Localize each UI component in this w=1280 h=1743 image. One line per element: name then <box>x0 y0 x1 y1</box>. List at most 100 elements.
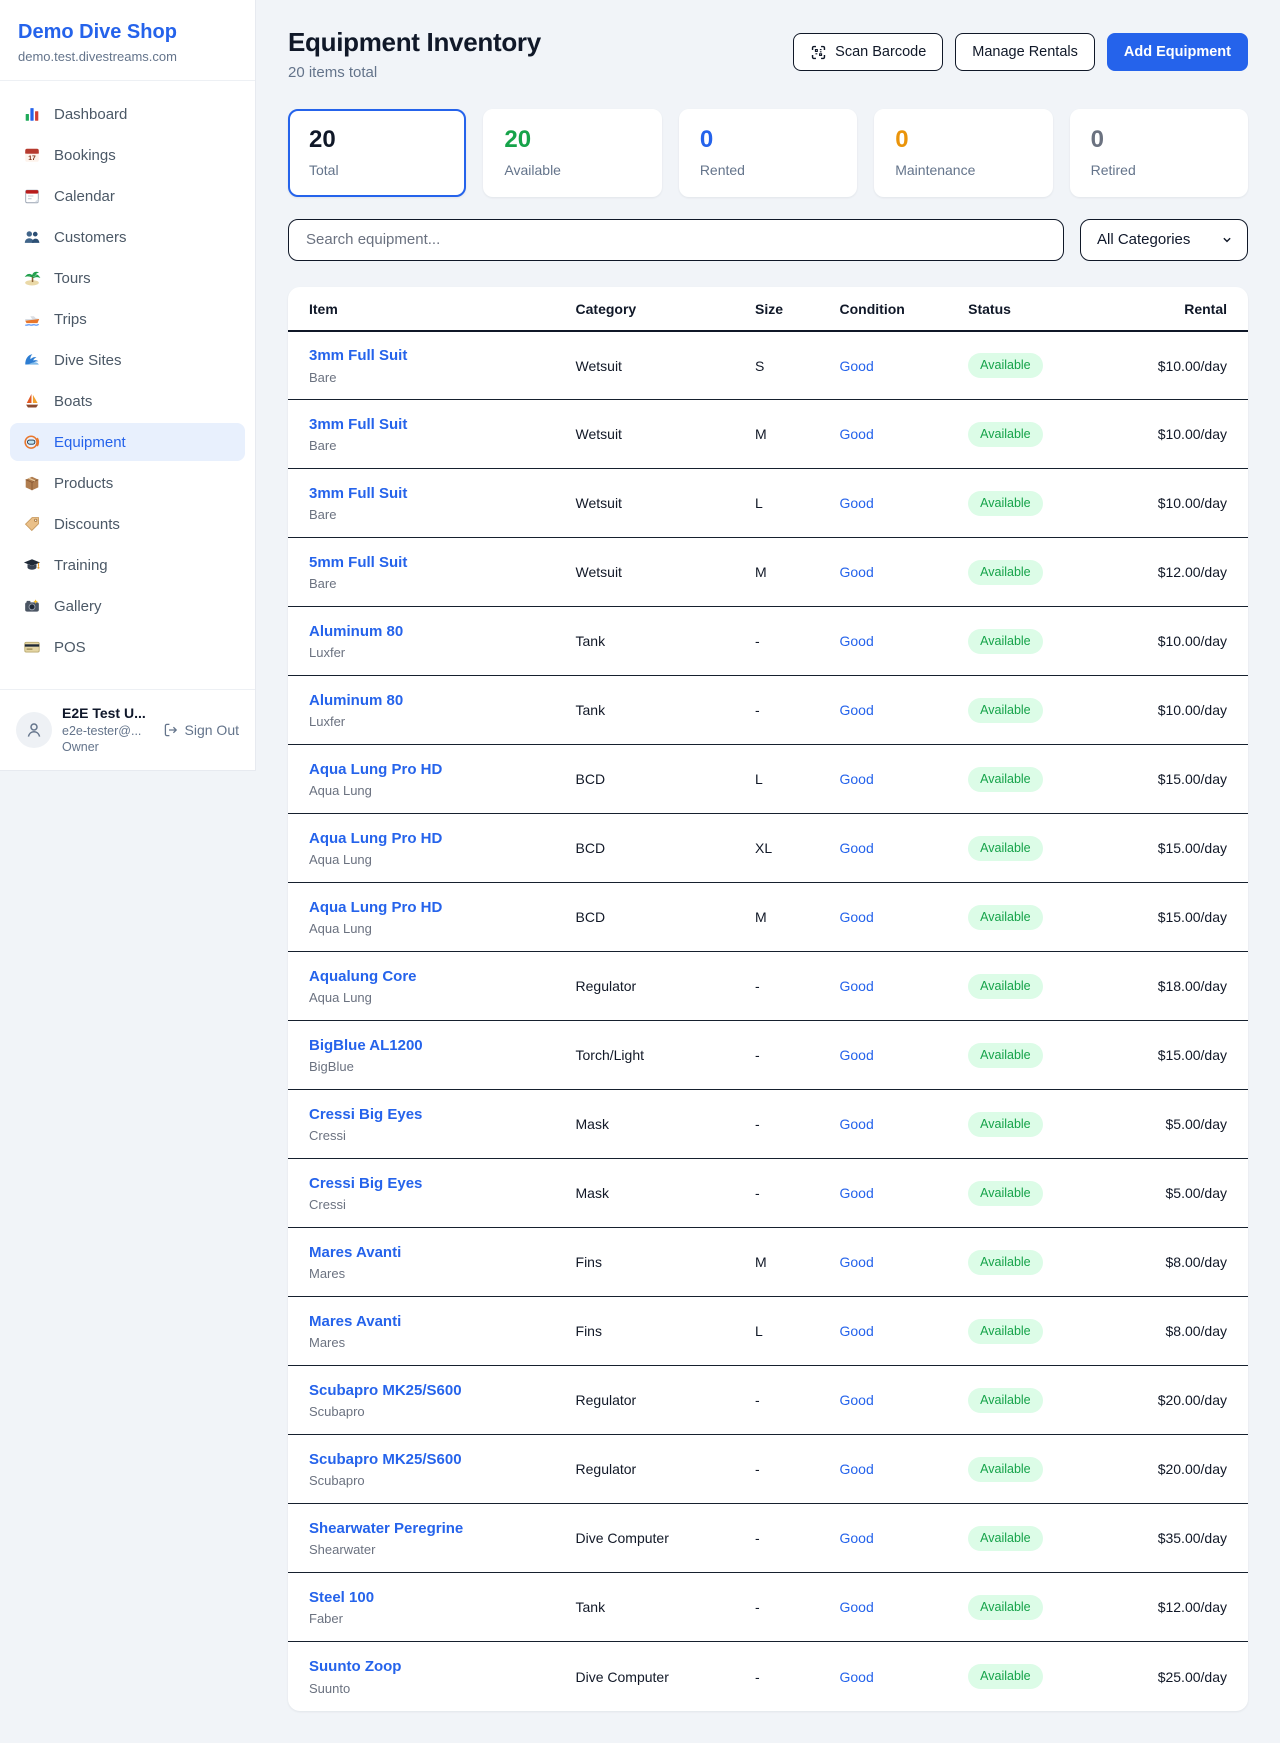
user-section: E2E Test U... e2e-tester@... Owner Sign … <box>0 689 255 770</box>
item-name-link[interactable]: 5mm Full Suit <box>309 554 407 573</box>
item-name-link[interactable]: Suunto Zoop <box>309 1658 401 1677</box>
item-category: Tank <box>564 1573 744 1642</box>
sign-out-label: Sign Out <box>185 722 239 738</box>
condition-link[interactable]: Good <box>840 1530 874 1546</box>
brand-title[interactable]: Demo Dive Shop <box>18 20 237 44</box>
condition-link[interactable]: Good <box>840 1254 874 1270</box>
item-name-link[interactable]: BigBlue AL1200 <box>309 1037 423 1056</box>
item-name-link[interactable]: Mares Avanti <box>309 1244 401 1263</box>
item-size: - <box>743 1573 827 1642</box>
item-name-link[interactable]: Aqualung Core <box>309 968 417 987</box>
manage-rentals-button[interactable]: Manage Rentals <box>955 33 1095 71</box>
status-badge: Available <box>968 836 1043 861</box>
condition-link[interactable]: Good <box>840 771 874 787</box>
status-badge: Available <box>968 353 1043 378</box>
sidebar-item-training[interactable]: Training <box>10 546 245 584</box>
table-row: Aluminum 80 Luxfer Tank - Good Available… <box>288 676 1248 745</box>
page-title-block: Equipment Inventory 20 items total <box>288 28 541 81</box>
condition-link[interactable]: Good <box>840 426 874 442</box>
sign-out-button[interactable]: Sign Out <box>163 722 239 738</box>
condition-link[interactable]: Good <box>840 840 874 856</box>
item-name-link[interactable]: Aluminum 80 <box>309 623 403 642</box>
item-brand: Aqua Lung <box>309 990 552 1005</box>
condition-link[interactable]: Good <box>840 1323 874 1339</box>
condition-link[interactable]: Good <box>840 978 874 994</box>
table-row: Suunto Zoop Suunto Dive Computer - Good … <box>288 1642 1248 1711</box>
item-name-link[interactable]: 3mm Full Suit <box>309 416 407 435</box>
equipment-table-card: Item Category Size Condition Status Rent… <box>288 287 1248 1711</box>
sidebar-item-dashboard[interactable]: Dashboard <box>10 95 245 133</box>
sidebar-item-calendar[interactable]: Calendar <box>10 177 245 215</box>
filter-row: All Categories <box>288 219 1248 261</box>
item-name-link[interactable]: Aqua Lung Pro HD <box>309 899 442 918</box>
item-size: XL <box>743 814 827 883</box>
sidebar-item-tours[interactable]: Tours <box>10 259 245 297</box>
item-name-link[interactable]: Aqua Lung Pro HD <box>309 830 442 849</box>
sidebar-item-pos[interactable]: POS <box>10 628 245 666</box>
condition-link[interactable]: Good <box>840 358 874 374</box>
barcode-scan-icon <box>810 44 827 61</box>
stat-card-retired[interactable]: 0 Retired <box>1070 109 1248 197</box>
item-name-link[interactable]: Steel 100 <box>309 1589 374 1608</box>
stat-card-total[interactable]: 20 Total <box>288 109 466 197</box>
condition-link[interactable]: Good <box>840 702 874 718</box>
item-category: Fins <box>564 1228 744 1297</box>
item-name-link[interactable]: Cressi Big Eyes <box>309 1175 422 1194</box>
stat-card-available[interactable]: 20 Available <box>483 109 661 197</box>
sidebar-item-bookings[interactable]: 17 Bookings <box>10 136 245 174</box>
item-name-link[interactable]: Aluminum 80 <box>309 692 403 711</box>
condition-link[interactable]: Good <box>840 1599 874 1615</box>
sidebar-item-boats[interactable]: Boats <box>10 382 245 420</box>
item-category: Tank <box>564 607 744 676</box>
item-rental-rate: $12.00/day <box>1096 538 1248 607</box>
item-name-link[interactable]: 3mm Full Suit <box>309 485 407 504</box>
scan-barcode-button[interactable]: Scan Barcode <box>793 33 943 71</box>
sidebar-item-equipment[interactable]: Equipment <box>10 423 245 461</box>
sidebar-item-products[interactable]: Products <box>10 464 245 502</box>
category-select[interactable]: All Categories <box>1080 219 1248 261</box>
item-name-link[interactable]: 3mm Full Suit <box>309 347 407 366</box>
chevron-down-icon <box>1220 233 1234 247</box>
condition-link[interactable]: Good <box>840 1461 874 1477</box>
add-equipment-button[interactable]: Add Equipment <box>1107 33 1248 71</box>
sidebar-item-label: Equipment <box>54 434 126 451</box>
sidebar-item-gallery[interactable]: Gallery <box>10 587 245 625</box>
stat-value: 20 <box>309 126 445 155</box>
graduation-cap-icon <box>23 556 41 574</box>
item-name-link[interactable]: Mares Avanti <box>309 1313 401 1332</box>
stat-card-maintenance[interactable]: 0 Maintenance <box>874 109 1052 197</box>
item-name-link[interactable]: Cressi Big Eyes <box>309 1106 422 1125</box>
condition-link[interactable]: Good <box>840 909 874 925</box>
condition-link[interactable]: Good <box>840 1392 874 1408</box>
calendar-icon: 17 <box>23 146 41 164</box>
status-badge: Available <box>968 698 1043 723</box>
stat-card-rented[interactable]: 0 Rented <box>679 109 857 197</box>
sidebar-item-dive-sites[interactable]: Dive Sites <box>10 341 245 379</box>
item-brand: Bare <box>309 507 552 522</box>
condition-link[interactable]: Good <box>840 1185 874 1201</box>
sailboat-icon <box>23 392 41 410</box>
table-row: Aluminum 80 Luxfer Tank - Good Available… <box>288 607 1248 676</box>
sidebar-item-discounts[interactable]: Discounts <box>10 505 245 543</box>
condition-link[interactable]: Good <box>840 1116 874 1132</box>
item-name-link[interactable]: Shearwater Peregrine <box>309 1520 463 1539</box>
item-size: - <box>743 1159 827 1228</box>
condition-link[interactable]: Good <box>840 495 874 511</box>
item-name-link[interactable]: Scubapro MK25/S600 <box>309 1451 462 1470</box>
table-row: Aqua Lung Pro HD Aqua Lung BCD M Good Av… <box>288 883 1248 952</box>
sidebar-item-customers[interactable]: Customers <box>10 218 245 256</box>
item-name-link[interactable]: Scubapro MK25/S600 <box>309 1382 462 1401</box>
column-header-item: Item <box>288 287 564 331</box>
item-name-link[interactable]: Aqua Lung Pro HD <box>309 761 442 780</box>
sidebar-item-trips[interactable]: Trips <box>10 300 245 338</box>
search-input[interactable] <box>288 219 1064 261</box>
condition-link[interactable]: Good <box>840 1047 874 1063</box>
condition-link[interactable]: Good <box>840 564 874 580</box>
status-badge: Available <box>968 1664 1043 1689</box>
item-rental-rate: $15.00/day <box>1096 814 1248 883</box>
item-category: Mask <box>564 1159 744 1228</box>
condition-link[interactable]: Good <box>840 633 874 649</box>
item-size: - <box>743 1366 827 1435</box>
condition-link[interactable]: Good <box>840 1669 874 1685</box>
item-category: Mask <box>564 1090 744 1159</box>
